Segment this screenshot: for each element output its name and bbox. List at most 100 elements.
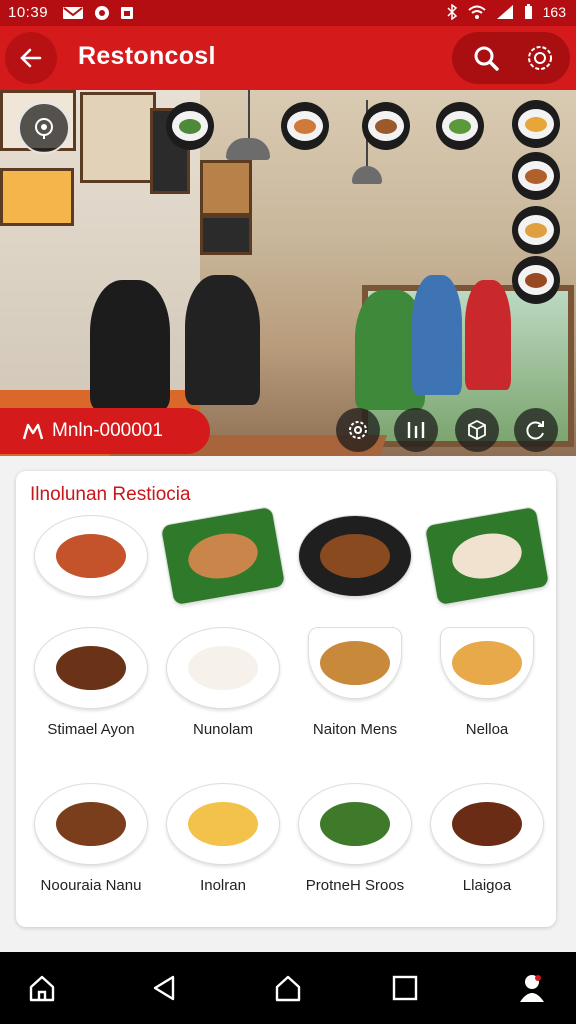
dish-food — [320, 534, 390, 578]
signal-icon — [496, 5, 513, 19]
map-icon — [22, 423, 44, 440]
battery-icon — [524, 4, 532, 19]
menu-item-label: Nunolam — [192, 721, 254, 738]
gear-icon — [528, 46, 552, 70]
app-bar-actions — [452, 32, 570, 84]
menu-item[interactable] — [156, 505, 290, 645]
location-chip[interactable]: Mnln-000001 — [0, 408, 210, 454]
dish-food — [452, 641, 522, 685]
back-arrow-icon — [20, 48, 42, 68]
dish-image — [440, 627, 534, 699]
settings-fab[interactable] — [336, 408, 380, 452]
menu-item[interactable]: Llaigoa — [420, 783, 554, 913]
nav-home-button[interactable] — [22, 968, 62, 1008]
nav-back-button[interactable] — [144, 968, 184, 1008]
dish-food — [320, 641, 390, 685]
nav-recents-button[interactable] — [385, 968, 425, 1008]
location-chip-label: Mnln-000001 — [52, 420, 163, 441]
dish-thumb[interactable] — [512, 206, 560, 254]
dish-food — [188, 646, 258, 690]
restaurant-hero-image — [0, 90, 576, 456]
gmail-icon — [63, 7, 83, 19]
dish-food — [56, 534, 126, 578]
location-button[interactable] — [18, 102, 70, 154]
back-triangle-icon — [153, 975, 175, 1001]
menu-item-label: Noouraia Nanu — [40, 877, 142, 894]
home-house-icon — [275, 975, 301, 1002]
cube-fab[interactable] — [455, 408, 499, 452]
dish-thumb[interactable] — [436, 102, 484, 150]
dish-image — [166, 783, 280, 865]
status-notification-icons — [62, 5, 134, 21]
system-nav-bar — [0, 952, 576, 1024]
lamp-cord — [248, 90, 250, 138]
menu-card-title: Ilnolunan Restiocia — [30, 484, 191, 505]
settings-button[interactable] — [514, 32, 566, 84]
nav-profile-button[interactable] — [512, 968, 552, 1008]
dish-thumb[interactable] — [512, 152, 560, 200]
nav-home-house-button[interactable] — [268, 968, 308, 1008]
dish-thumb[interactable] — [362, 102, 410, 150]
dish-image — [430, 783, 544, 865]
dish-image — [159, 505, 287, 607]
status-time: 10:39 — [8, 4, 49, 21]
dish-food — [448, 528, 526, 584]
dish-image — [308, 627, 402, 699]
diner — [90, 280, 170, 410]
menu-item[interactable]: Nelloa — [420, 627, 554, 757]
status-right-icons: 163 — [446, 4, 566, 20]
cube-icon — [468, 419, 486, 441]
menu-item[interactable] — [420, 505, 554, 645]
dish-thumb[interactable] — [166, 102, 214, 150]
menu-item-label: Inolran — [200, 877, 246, 894]
pendant-lamp — [226, 138, 270, 160]
dish-image — [298, 515, 412, 597]
status-bar: 10:39 163 — [0, 0, 576, 26]
menu-item-label: Stimael Ayon — [47, 721, 135, 738]
dish-thumb[interactable] — [512, 256, 560, 304]
refresh-fab[interactable] — [514, 408, 558, 452]
search-icon — [474, 46, 499, 71]
menu-item[interactable] — [24, 515, 158, 645]
menu-item[interactable]: ProtneH Sroos — [288, 783, 422, 913]
dish-food — [188, 802, 258, 846]
location-pin-icon — [35, 118, 53, 139]
dish-image — [166, 627, 280, 709]
menu-item[interactable]: Nunolam — [156, 627, 290, 757]
dish-thumb[interactable] — [512, 100, 560, 148]
search-button[interactable] — [460, 32, 512, 84]
stats-fab[interactable] — [394, 408, 438, 452]
battery-level: 163 — [542, 4, 566, 20]
menu-board — [200, 215, 252, 255]
dish-image — [34, 783, 148, 865]
food-poster — [0, 168, 74, 226]
menu-item-label: Nelloa — [465, 721, 509, 738]
menu-card: Ilnolunan Restiocia Stimael Ayon Nunolam N… — [16, 471, 556, 927]
dish-food — [320, 802, 390, 846]
dish-food — [56, 802, 126, 846]
diner — [465, 280, 511, 390]
stats-icon — [407, 422, 425, 438]
recents-square-icon — [392, 975, 418, 1001]
dish-food — [452, 802, 522, 846]
food-poster — [80, 92, 156, 183]
page-title: Restoncosl — [78, 42, 216, 70]
refresh-icon — [526, 421, 544, 440]
dish-image — [423, 505, 551, 607]
dish-image — [34, 515, 148, 597]
menu-item[interactable] — [288, 515, 422, 645]
dish-food — [184, 528, 262, 584]
image-icon — [121, 7, 133, 19]
menu-item-label: Llaigoa — [462, 877, 512, 894]
menu-item[interactable]: Noouraia Nanu — [24, 783, 158, 913]
dish-food — [56, 646, 126, 690]
dish-thumb[interactable] — [281, 102, 329, 150]
diner — [185, 275, 260, 405]
menu-item[interactable]: Inolran — [156, 783, 290, 913]
menu-item[interactable]: Stimael Ayon — [24, 627, 158, 757]
menu-item-label: ProtneH Sroos — [305, 877, 405, 894]
menu-item[interactable]: Naiton Mens — [288, 627, 422, 757]
target-icon — [95, 6, 109, 20]
back-button[interactable] — [5, 32, 57, 84]
pendant-lamp — [352, 166, 382, 184]
